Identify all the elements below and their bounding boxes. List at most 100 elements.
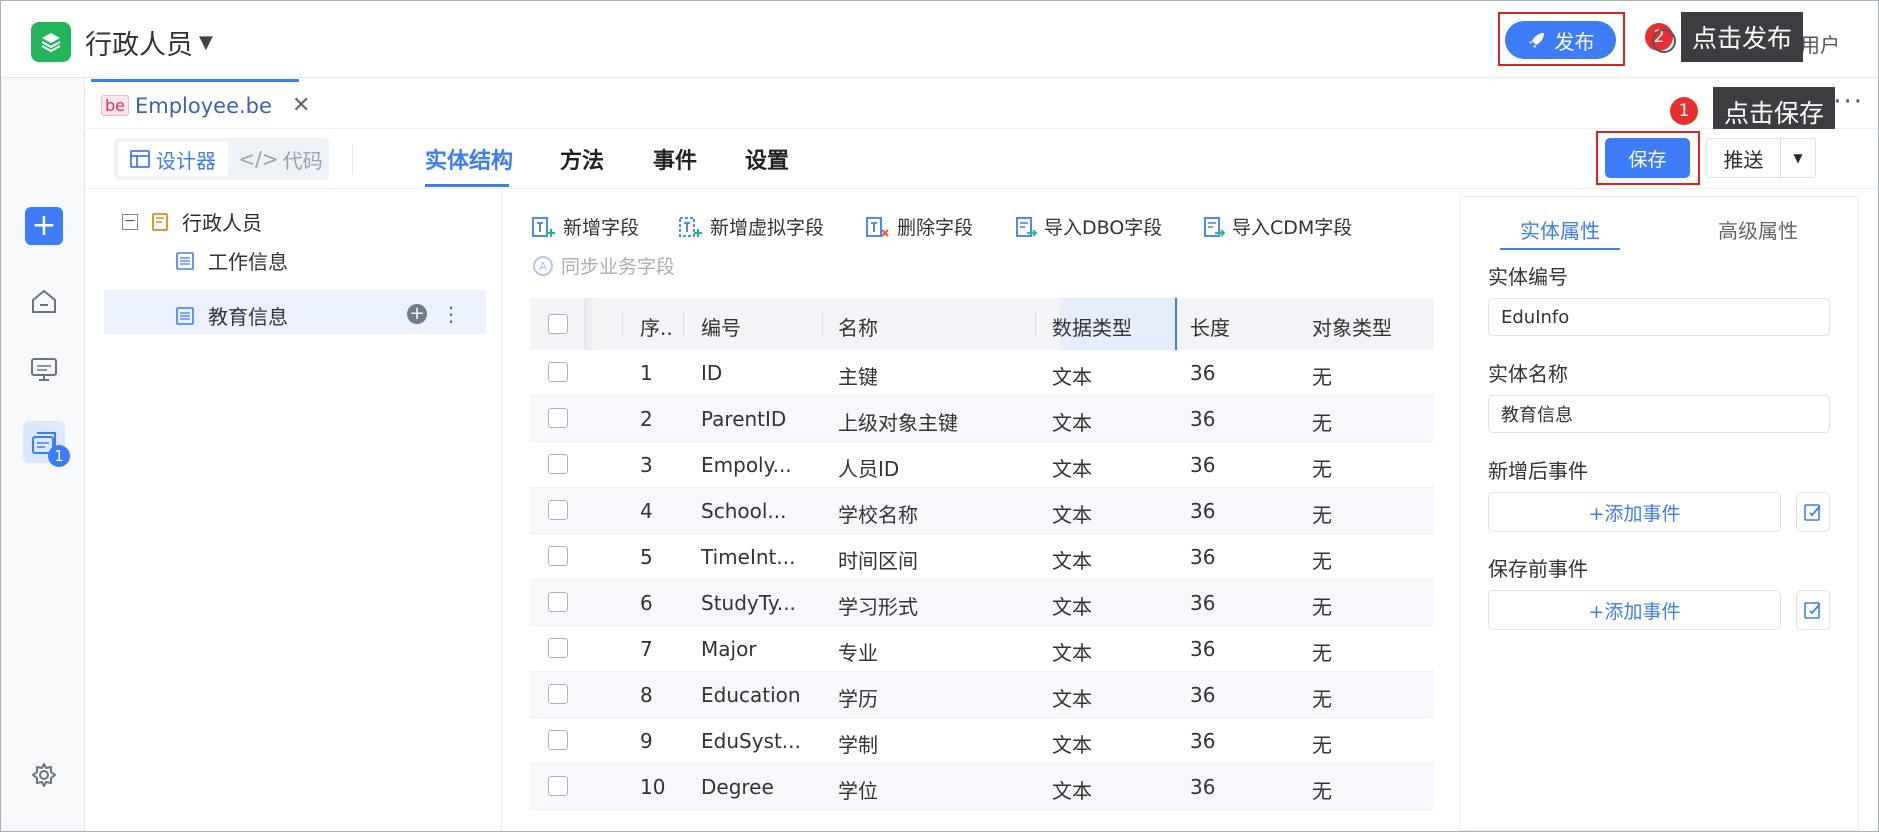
table-row[interactable]: 4 School... 学校名称 文本 36 无 — [530, 488, 1434, 534]
cell-object-type: 无 — [1312, 549, 1332, 573]
sync-icon: A — [533, 255, 553, 276]
tab-methods[interactable]: 方法 — [560, 143, 604, 175]
table-header: 序.. 编号 名称 数据类型 长度 对象类型 — [530, 298, 1434, 350]
tab-entity-properties[interactable]: 实体属性 — [1520, 215, 1600, 244]
cell-object-type: 无 — [1312, 411, 1332, 435]
history-icon[interactable] — [1652, 29, 1676, 53]
add-virtual-field-button[interactable]: 新增虚拟字段 — [678, 213, 824, 240]
collapse-icon[interactable]: − — [122, 213, 138, 230]
caret-down-icon: ▼ — [199, 32, 213, 53]
row-checkbox[interactable] — [548, 684, 568, 704]
tree-root-node[interactable]: − 行政人员 — [122, 207, 262, 236]
app-title-dropdown[interactable]: 行政人员 ▼ — [85, 23, 213, 62]
edit-event-icon[interactable] — [1796, 590, 1830, 630]
row-checkbox[interactable] — [548, 546, 568, 566]
cell-name: 学习形式 — [838, 595, 918, 619]
add-before-save-event-button[interactable]: +添加事件 — [1488, 590, 1781, 630]
col-header-code[interactable]: 编号 — [701, 312, 741, 341]
tab-events[interactable]: 事件 — [653, 143, 697, 175]
cell-object-type: 无 — [1312, 687, 1332, 711]
more-icon[interactable]: ··· — [1833, 87, 1864, 117]
cell-datatype: 文本 — [1052, 733, 1092, 757]
tree-node-edu-info[interactable]: 教育信息 — [176, 301, 288, 330]
push-button[interactable]: 推送 — [1706, 138, 1780, 178]
cell-name: 学校名称 — [838, 503, 918, 527]
cell-code: ParentID — [701, 407, 787, 431]
add-field-button[interactable]: 新增字段 — [531, 213, 639, 240]
import-cdm-icon — [1204, 216, 1226, 237]
col-header-object-type[interactable]: 对象类型 — [1312, 312, 1392, 341]
entity-code-field[interactable]: EduInfo — [1488, 298, 1830, 336]
add-field-icon — [532, 216, 555, 237]
tab-entity-structure[interactable]: 实体结构 — [425, 143, 513, 175]
import-cdm-button[interactable]: 导入CDM字段 — [1202, 213, 1352, 240]
add-icon[interactable]: + — [25, 207, 63, 245]
tab-advanced-properties[interactable]: 高级属性 — [1718, 215, 1798, 244]
add-child-icon[interactable]: + — [407, 304, 427, 324]
cell-code: Major — [701, 637, 757, 661]
home-icon[interactable] — [29, 287, 59, 315]
cell-object-type: 无 — [1312, 779, 1332, 803]
column-separator — [822, 312, 823, 336]
cell-index: 10 — [640, 775, 666, 799]
cell-index: 2 — [640, 407, 653, 431]
push-dropdown-button[interactable]: ▼ — [1780, 138, 1816, 178]
tab-settings[interactable]: 设置 — [745, 143, 789, 175]
row-checkbox[interactable] — [548, 362, 568, 382]
tree-node-work-info[interactable]: 工作信息 — [176, 246, 288, 275]
entity-name-field[interactable]: 教育信息 — [1488, 395, 1830, 433]
col-header-datatype[interactable]: 数据类型 — [1052, 312, 1132, 341]
tree-row-tools: + ⋮ — [407, 302, 461, 326]
more-vertical-icon[interactable]: ⋮ — [441, 302, 461, 326]
save-button[interactable]: 保存 — [1605, 138, 1690, 178]
row-checkbox[interactable] — [548, 592, 568, 612]
save-step-badge: 1 — [1670, 97, 1698, 125]
cell-name: 主键 — [838, 365, 878, 389]
row-checkbox[interactable] — [548, 408, 568, 428]
cell-code: School... — [701, 499, 787, 523]
add-after-add-event-button[interactable]: +添加事件 — [1488, 492, 1781, 532]
row-checkbox[interactable] — [548, 454, 568, 474]
import-dbo-button[interactable]: 导入DBO字段 — [1014, 213, 1162, 240]
table-row[interactable]: 6 StudyTy... 学习形式 文本 36 无 — [530, 580, 1434, 626]
cell-length: 36 — [1190, 591, 1216, 615]
cell-datatype: 文本 — [1052, 457, 1092, 481]
row-checkbox[interactable] — [548, 500, 568, 520]
add-virtual-field-icon — [679, 216, 702, 237]
col-header-index[interactable]: 序.. — [640, 312, 673, 341]
publish-button[interactable]: 发布 — [1505, 21, 1616, 59]
code-mode-button[interactable]: </> 代码 — [238, 142, 323, 176]
tab-employee-be[interactable]: be Employee.be ✕ — [91, 79, 310, 129]
code-icon: </> — [238, 147, 279, 171]
table-row[interactable]: 10 Degree 学位 文本 36 无 — [530, 764, 1434, 810]
cell-datatype: 文本 — [1052, 687, 1092, 711]
delete-field-icon — [866, 216, 889, 237]
row-checkbox[interactable] — [548, 776, 568, 796]
row-checkbox[interactable] — [548, 638, 568, 658]
rail-badge: 1 — [48, 445, 70, 467]
app-logo-icon[interactable] — [31, 22, 71, 62]
select-all-checkbox[interactable] — [548, 314, 568, 334]
cell-index: 5 — [640, 545, 653, 569]
column-resize-handle[interactable] — [1175, 298, 1177, 350]
cell-datatype: 文本 — [1052, 411, 1092, 435]
edit-event-icon[interactable] — [1796, 492, 1830, 532]
monitor-icon[interactable] — [29, 355, 59, 383]
designer-mode-button[interactable]: 设计器 — [118, 142, 228, 176]
cell-index: 7 — [640, 637, 653, 661]
close-icon[interactable]: ✕ — [292, 93, 310, 118]
table-row[interactable]: 5 TimeInt... 时间区间 文本 36 无 — [530, 534, 1434, 580]
table-row[interactable]: 1 ID 主键 文本 36 无 — [530, 350, 1434, 396]
delete-field-button[interactable]: 删除字段 — [865, 213, 973, 240]
col-header-name[interactable]: 名称 — [838, 312, 878, 341]
table-row[interactable]: 3 Empoly... 人员ID 文本 36 无 — [530, 442, 1434, 488]
col-header-length[interactable]: 长度 — [1190, 312, 1230, 341]
table-row[interactable]: 9 EduSyst... 学制 文本 36 无 — [530, 718, 1434, 764]
cell-index: 9 — [640, 729, 653, 753]
gear-icon[interactable] — [29, 761, 59, 789]
row-checkbox[interactable] — [548, 730, 568, 750]
table-row[interactable]: 7 Major 专业 文本 36 无 — [530, 626, 1434, 672]
sync-business-field-button[interactable]: A 同步业务字段 — [531, 252, 675, 279]
table-row[interactable]: 8 Education 学历 文本 36 无 — [530, 672, 1434, 718]
table-row[interactable]: 2 ParentID 上级对象主键 文本 36 无 — [530, 396, 1434, 442]
